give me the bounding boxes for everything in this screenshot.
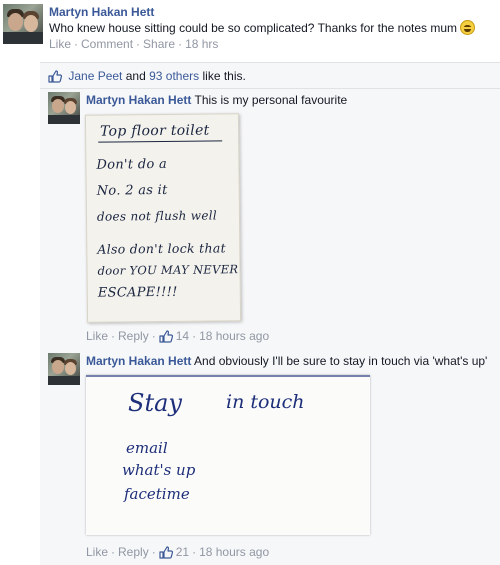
comment-reply-link[interactable]: Reply [118,329,149,343]
thumbs-up-icon [159,546,173,559]
handwritten-note-image[interactable]: Top floor toilet Don't do a No. 2 as it … [84,113,242,323]
note-line: Top floor toilet [100,122,210,140]
comment-author-name[interactable]: Martyn Hakan Hett [86,93,191,107]
post-share-link[interactable]: Share [143,37,175,51]
post-comment-link[interactable]: Comment [81,37,133,51]
comment-reply-link[interactable]: Reply [118,545,149,559]
likes-summary: Jane Peet and 93 others like this. [40,63,500,89]
note-line: facetime [124,485,190,503]
post-actions: Like · Comment · Share · 18 hrs [49,37,219,51]
comment-text: And obviously I'll be sure to stay in to… [194,354,488,368]
note-line: Don't do a [96,156,168,173]
note-underline [98,140,223,143]
thumbs-up-icon [48,70,62,83]
handwritten-note-image[interactable]: Stay in touch email what's up facetime [86,375,370,535]
post-author-avatar[interactable] [3,4,43,44]
post-body: Martyn Hakan Hett Who knew house sitting… [49,4,494,52]
note-line: does not flush well [96,208,218,224]
thumbs-up-icon [159,330,173,343]
facebook-post: Martyn Hakan Hett Who knew house sitting… [0,0,500,565]
comment-text: This is my personal favourite [194,93,348,107]
note-line: No. 2 as it [96,182,168,199]
comment-like-count[interactable]: 21 [176,545,189,559]
comment-like-link[interactable]: Like [86,545,108,559]
comment-timestamp[interactable]: 18 hours ago [199,329,269,343]
note-line: email [126,439,168,457]
post-timestamp[interactable]: 18 hrs [185,37,218,51]
likes-suffix: like this. [202,69,246,83]
first-liker-link[interactable]: Jane Peet [68,69,122,83]
comment-actions: Like · Reply · 14 · 18 hours ago [86,329,270,343]
laughing-emoji-icon [460,20,476,35]
post-text: Who knew house sitting could be so compl… [49,21,457,35]
note-line: door YOU MAY NEVER [97,262,239,278]
other-likers-link[interactable]: 93 others [149,69,199,83]
note-line: Also don't lock that [97,240,226,257]
note-border [86,375,370,377]
comment-timestamp[interactable]: 18 hours ago [199,545,269,559]
comment-like-count[interactable]: 14 [176,329,189,343]
comment-author-name[interactable]: Martyn Hakan Hett [86,354,191,368]
note-line: in touch [226,391,305,413]
comment-body: Martyn Hakan Hett This is my personal fa… [86,92,496,108]
note-line: what's up [122,461,196,479]
post-author-name[interactable]: Martyn Hakan Hett [49,5,154,19]
comment-actions: Like · Reply · 21 · 18 hours ago [86,545,270,559]
note-line: Stay [128,389,182,417]
comment-body: Martyn Hakan Hett And obviously I'll be … [86,353,496,369]
comment-author-avatar[interactable] [48,353,80,385]
comment-like-link[interactable]: Like [86,329,108,343]
note-line: ESCAPE!!!! [97,284,178,301]
comment-author-avatar[interactable] [48,92,80,124]
likes-connector: and [125,69,146,83]
post-like-link[interactable]: Like [49,37,71,51]
